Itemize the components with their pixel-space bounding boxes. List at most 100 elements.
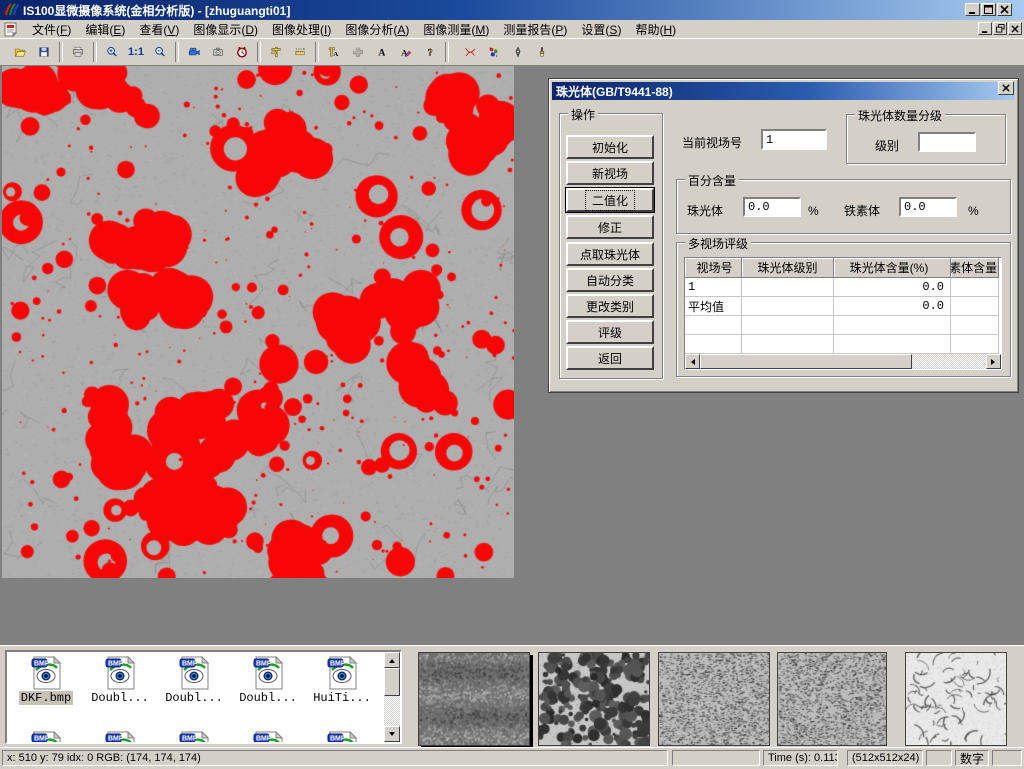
cursor-info-text: x: 510 y: 79 idx: 0 RGB: (174, 174, 174) xyxy=(7,752,201,764)
open-file-button[interactable] xyxy=(8,40,32,64)
ferrite-percent-input[interactable] xyxy=(899,197,957,217)
phase-classify-button[interactable]: 2 1 3 xyxy=(482,40,506,64)
svg-text:BMP: BMP xyxy=(330,661,346,668)
file-item[interactable]: BMP xyxy=(157,729,231,744)
measure-label-button[interactable]: A xyxy=(322,40,346,64)
file-item[interactable]: BMPHuiTi... xyxy=(305,654,379,726)
menu-item-edit[interactable]: 编辑(E) xyxy=(79,20,131,39)
point-pick-button[interactable] xyxy=(506,40,530,64)
sample-thumbnail-1[interactable] xyxy=(418,652,530,746)
menu-item-settings[interactable]: 设置(S) xyxy=(575,20,627,39)
svg-text:BMP: BMP xyxy=(34,661,50,668)
bmp-file-icon: BMP xyxy=(252,656,284,690)
new-field-button[interactable]: 新视场 xyxy=(566,161,654,185)
auto-classify-button[interactable]: 自动分类 xyxy=(566,268,654,292)
camera-capture-button[interactable] xyxy=(206,40,230,64)
bmp-file-icon: BMP xyxy=(104,656,136,690)
bmp-file-icon: BMP xyxy=(178,731,210,744)
svg-text:BMP: BMP xyxy=(182,661,198,668)
time-panel: Time (s): 0.113 xyxy=(763,750,838,766)
dialog-close-button[interactable] xyxy=(998,81,1014,95)
table-row[interactable]: 1 0.0 xyxy=(685,278,1001,297)
rate-button[interactable]: 评级 xyxy=(566,320,654,344)
pearlite-dialog: 珠光体(GB/T9441-88) 操作 初始化 新视场 二值化 修正 点取珠光体… xyxy=(548,78,1019,393)
menu-item-measure-report[interactable]: 测量报告(P) xyxy=(497,20,573,39)
menu-item-image-measure[interactable]: 图像测量(M) xyxy=(417,20,495,39)
binarize-button[interactable]: 二值化 xyxy=(566,188,654,212)
app-icon xyxy=(3,2,19,18)
help-button[interactable]: ? xyxy=(418,40,442,64)
scrollbar-thumb[interactable] xyxy=(700,354,912,369)
measure-length-button[interactable] xyxy=(288,40,312,64)
arrow-up-icon xyxy=(389,656,395,663)
annotate-button[interactable]: A xyxy=(394,40,418,64)
merge-button[interactable] xyxy=(346,40,370,64)
table-row[interactable]: 平均值 0.0 xyxy=(685,297,1001,316)
file-item[interactable]: BMPDoubl... xyxy=(231,654,305,726)
level-input[interactable] xyxy=(918,132,976,152)
percent-group-label: 百分含量 xyxy=(685,172,739,189)
actual-size-button[interactable]: 1:1 xyxy=(124,40,148,64)
menu-item-file[interactable]: 文件(F) xyxy=(26,20,77,39)
caliper-button[interactable] xyxy=(264,40,288,64)
text-button[interactable]: A xyxy=(370,40,394,64)
file-item[interactable]: BMP xyxy=(305,729,379,744)
child-window-icon[interactable] xyxy=(4,22,20,37)
correct-button[interactable]: 修正 xyxy=(566,215,654,239)
grade-group: 珠光体数量分级 级别 xyxy=(846,114,1006,164)
status-panel-empty xyxy=(672,750,760,766)
sample-thumbnail-5[interactable] xyxy=(905,652,1007,746)
pick-pearlite-button[interactable]: 点取珠光体 xyxy=(566,242,654,266)
menu-item-image-display[interactable]: 图像显示(D) xyxy=(187,20,264,39)
sample-thumbnail-3[interactable] xyxy=(658,652,770,746)
current-field-input[interactable] xyxy=(761,129,827,150)
window-close-button[interactable] xyxy=(997,3,1012,16)
print-button[interactable] xyxy=(66,40,90,64)
file-item[interactable]: BMP xyxy=(9,729,83,744)
table-horizontal-scrollbar[interactable] xyxy=(685,354,1001,369)
scrollbar-thumb[interactable] xyxy=(384,668,400,696)
bmp-file-icon: BMP xyxy=(326,731,358,744)
menu-item-view[interactable]: 查看(V) xyxy=(133,20,185,39)
child-close-button[interactable] xyxy=(1008,22,1022,35)
window-maximize-button[interactable] xyxy=(981,3,996,16)
sample-thumbnail-4[interactable] xyxy=(777,652,887,746)
sample-thumbnail-2[interactable] xyxy=(538,652,650,746)
close-icon xyxy=(1002,84,1010,92)
cursor-info-panel: x: 510 y: 79 idx: 0 RGB: (174, 174, 174) xyxy=(2,750,668,766)
return-button[interactable]: 返回 xyxy=(566,346,654,370)
micrograph-image[interactable] xyxy=(2,66,514,578)
scroll-left-button[interactable] xyxy=(685,354,700,369)
timer-button[interactable] xyxy=(230,40,254,64)
zoom-out-button[interactable] xyxy=(148,40,172,64)
time-text: Time (s): 0.113 xyxy=(768,752,838,764)
menu-item-image-process[interactable]: 图像处理(I) xyxy=(266,20,337,39)
dialog-title-bar[interactable]: 珠光体(GB/T9441-88) xyxy=(552,82,1015,100)
window-minimize-button[interactable] xyxy=(965,3,980,16)
zoom-in-button[interactable] xyxy=(100,40,124,64)
video-capture-button[interactable] xyxy=(182,40,206,64)
file-item[interactable]: BMPDoubl... xyxy=(83,654,157,726)
file-item[interactable]: BMP xyxy=(231,729,305,744)
file-item[interactable]: BMPDKF.bmp xyxy=(9,654,83,726)
init-button[interactable]: 初始化 xyxy=(566,135,654,159)
menu-item-help[interactable]: 帮助(H) xyxy=(629,20,682,39)
save-button[interactable] xyxy=(32,40,56,64)
scroll-right-button[interactable] xyxy=(986,354,1001,369)
column-header-pearlite: 珠光体含量(%) xyxy=(834,258,951,278)
column-header-grade: 珠光体级别 xyxy=(742,258,834,278)
pearlite-percent-input[interactable] xyxy=(743,197,801,217)
child-minimize-button[interactable] xyxy=(978,22,992,35)
annotate-icon: A xyxy=(400,42,412,62)
file-item[interactable]: BMPDoubl... xyxy=(157,654,231,726)
fill-brush-button[interactable] xyxy=(530,40,554,64)
change-class-button[interactable]: 更改类别 xyxy=(566,294,654,318)
scroll-up-button[interactable] xyxy=(384,652,400,668)
file-vertical-scrollbar[interactable] xyxy=(384,652,400,742)
file-item[interactable]: BMP xyxy=(83,729,157,744)
scroll-down-button[interactable] xyxy=(384,726,400,742)
child-restore-button[interactable] xyxy=(993,22,1007,35)
grain-trace-button[interactable] xyxy=(458,40,482,64)
menu-item-image-analysis[interactable]: 图像分析(A) xyxy=(339,20,415,39)
multi-field-group: 多视场评级 视场号 珠光体级别 珠光体含量(%) 铁素体含量(%) 1 0.0 … xyxy=(676,242,1011,377)
